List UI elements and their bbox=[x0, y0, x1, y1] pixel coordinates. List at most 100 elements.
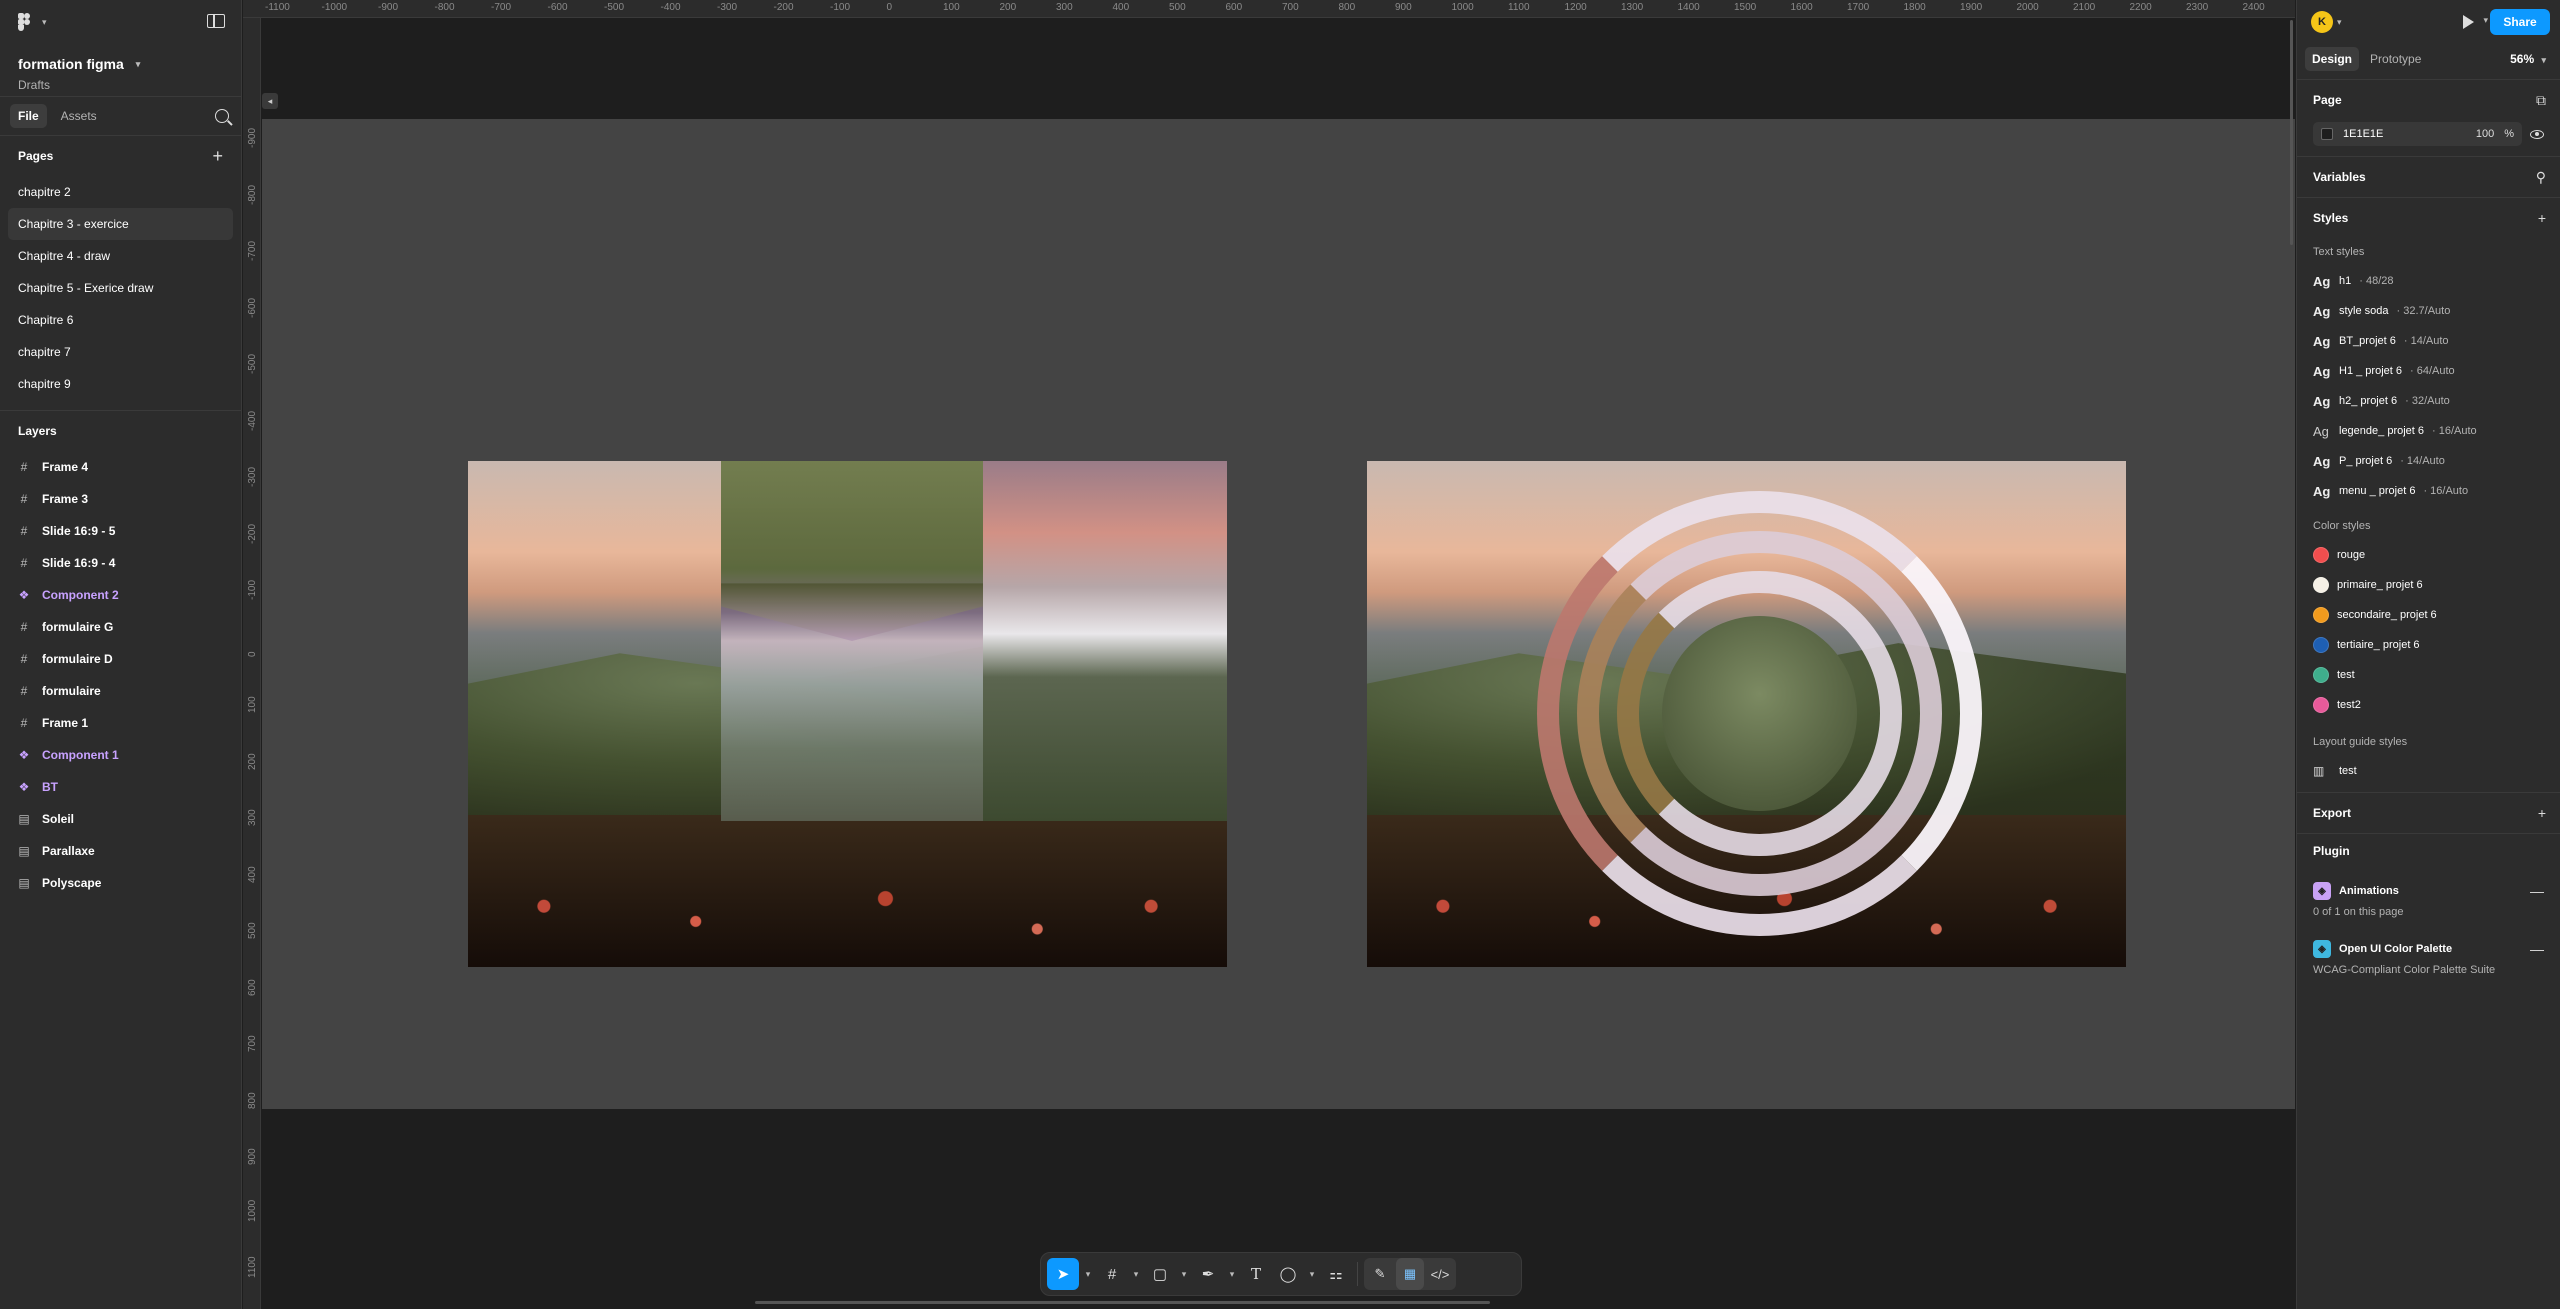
text-style-item[interactable]: Ag H1 _ projet 6 · 64/Auto bbox=[2313, 356, 2544, 386]
text-style-item[interactable]: Ag BT_projet 6 · 14/Auto bbox=[2313, 326, 2544, 356]
move-tool-button[interactable]: ➤ bbox=[1047, 1258, 1079, 1290]
tab-file[interactable]: File bbox=[10, 104, 47, 128]
add-style-icon[interactable]: + bbox=[2538, 211, 2546, 225]
color-swatch bbox=[2313, 577, 2329, 593]
text-style-item[interactable]: Ag legende_ projet 6 · 16/Auto bbox=[2313, 416, 2544, 446]
page-item[interactable]: Chapitre 6 bbox=[8, 304, 233, 336]
avatar[interactable]: K bbox=[2311, 11, 2333, 33]
present-play-icon[interactable] bbox=[2463, 15, 2474, 29]
text-style-item[interactable]: Ag style soda · 32.7/Auto bbox=[2313, 296, 2544, 326]
layer-item[interactable]: ❖ BT bbox=[0, 771, 241, 803]
plugin-item[interactable]: ◈ Open UI Color Palette — bbox=[2313, 934, 2544, 964]
chevron-down-icon[interactable]: ▾ bbox=[2337, 17, 2342, 28]
ruler-tick-label: 700 bbox=[1282, 2, 1299, 13]
layer-item[interactable]: ❖ Component 2 bbox=[0, 579, 241, 611]
zoom-dropdown[interactable]: 56% ▾ bbox=[2510, 52, 2546, 66]
text-style-item[interactable]: Ag menu _ projet 6 · 16/Auto bbox=[2313, 476, 2544, 506]
bottom-toolbar: ➤ ▾ # ▾ ▢ ▾ ✒ ▾ T ◯ ▾ ⚏ ✎ ▦ </> bbox=[1040, 1252, 1522, 1296]
vertical-scrollbar[interactable] bbox=[2290, 20, 2293, 245]
main-menu-button[interactable]: ▾ bbox=[18, 12, 223, 32]
add-page-icon[interactable]: + bbox=[212, 146, 223, 167]
search-icon[interactable] bbox=[215, 109, 229, 123]
collapse-ui-icon[interactable]: ◂ bbox=[262, 93, 278, 109]
page-settings-icon[interactable]: ⧉ bbox=[2536, 93, 2546, 107]
text-tool-button[interactable]: T bbox=[1241, 1258, 1271, 1290]
layer-item[interactable]: # Slide 16:9 - 5 bbox=[0, 515, 241, 547]
frame-icon: # bbox=[1107, 1265, 1117, 1283]
layer-item[interactable]: # Slide 16:9 - 4 bbox=[0, 547, 241, 579]
color-style-item[interactable]: secondaire_ projet 6 bbox=[2313, 600, 2544, 630]
eye-icon[interactable] bbox=[2530, 129, 2544, 139]
bg-hex[interactable]: 1E1E1E bbox=[2343, 128, 2466, 140]
color-style-item[interactable]: rouge bbox=[2313, 540, 2544, 570]
layer-item[interactable]: # Frame 4 bbox=[0, 451, 241, 483]
chevron-down-icon[interactable]: ▾ bbox=[2483, 15, 2488, 26]
text-style-item[interactable]: Ag h2_ projet 6 · 32/Auto bbox=[2313, 386, 2544, 416]
color-style-item[interactable]: test bbox=[2313, 660, 2544, 690]
layer-item[interactable]: # formulaire G bbox=[0, 611, 241, 643]
layer-item[interactable]: # formulaire bbox=[0, 675, 241, 707]
tab-assets[interactable]: Assets bbox=[53, 104, 105, 128]
frame-tool-caret[interactable]: ▾ bbox=[1129, 1258, 1143, 1290]
layer-item[interactable]: # Frame 1 bbox=[0, 707, 241, 739]
share-button[interactable]: Share bbox=[2490, 9, 2550, 35]
page-item[interactable]: chapitre 9 bbox=[8, 368, 233, 400]
color-style-item[interactable]: primaire_ projet 6 bbox=[2313, 570, 2544, 600]
bg-opacity[interactable]: 100 bbox=[2476, 128, 2494, 140]
comment-tool-caret[interactable]: ▾ bbox=[1305, 1258, 1319, 1290]
layer-item[interactable]: # Frame 3 bbox=[0, 483, 241, 515]
layer-item[interactable]: ▤ Soleil bbox=[0, 803, 241, 835]
page-item[interactable]: chapitre 2 bbox=[8, 176, 233, 208]
horizontal-scrollbar[interactable] bbox=[755, 1301, 1490, 1304]
text-style-item[interactable]: Ag P_ projet 6 · 14/Auto bbox=[2313, 446, 2544, 476]
layer-item[interactable]: ▤ Parallaxe bbox=[0, 835, 241, 867]
pen-tool-caret[interactable]: ▾ bbox=[1225, 1258, 1239, 1290]
file-location[interactable]: Drafts bbox=[18, 78, 223, 92]
ruler-tick-label: -600 bbox=[247, 297, 258, 318]
color-style-item[interactable]: test2 bbox=[2313, 690, 2544, 720]
canvas[interactable] bbox=[262, 19, 2295, 1309]
text-style-item[interactable]: Ag h1 · 48/28 bbox=[2313, 266, 2544, 296]
ruler-tick-label: 900 bbox=[247, 1148, 258, 1165]
shape-tool-button[interactable]: ▢ bbox=[1145, 1258, 1175, 1290]
color-style-item[interactable]: tertiaire_ projet 6 bbox=[2313, 630, 2544, 660]
shape-tool-caret[interactable]: ▾ bbox=[1177, 1258, 1191, 1290]
ruler-tick-label: -100 bbox=[830, 2, 851, 13]
layer-item[interactable]: ▤ Polyscape bbox=[0, 867, 241, 899]
plugin-item[interactable]: ◈ Animations — bbox=[2313, 876, 2544, 906]
design-tabs: Design Prototype 56% ▾ bbox=[2297, 44, 2560, 80]
sidebar-toggle-icon[interactable] bbox=[207, 14, 225, 28]
file-title[interactable]: formation figma ▾ bbox=[18, 56, 223, 72]
collapse-plugin-icon[interactable]: — bbox=[2530, 941, 2544, 957]
frame-tool-button[interactable]: # bbox=[1097, 1258, 1127, 1290]
frame-soleil-image[interactable] bbox=[1367, 461, 2126, 967]
collapse-plugin-icon[interactable]: — bbox=[2530, 883, 2544, 899]
layout-guide-item[interactable]: ▥ test bbox=[2313, 756, 2544, 786]
file-title-text: formation figma bbox=[18, 56, 124, 72]
variables-settings-icon[interactable]: ⚲ bbox=[2536, 170, 2546, 184]
page-item[interactable]: Chapitre 3 - exercice bbox=[8, 208, 233, 240]
draw-mode-button[interactable]: ✎ bbox=[1366, 1258, 1394, 1290]
ruler-tick-label: -300 bbox=[247, 466, 258, 487]
tab-prototype[interactable]: Prototype bbox=[2363, 47, 2428, 71]
page-item[interactable]: chapitre 7 bbox=[8, 336, 233, 368]
dev-mode-button[interactable]: </> bbox=[1426, 1258, 1454, 1290]
page-bg-field[interactable]: 1E1E1E 100 % bbox=[2313, 122, 2522, 146]
tab-design[interactable]: Design bbox=[2305, 46, 2360, 71]
frame-parallaxe-image[interactable] bbox=[468, 461, 1227, 967]
layer-item[interactable]: # formulaire D bbox=[0, 643, 241, 675]
actions-button[interactable]: ⚏ bbox=[1321, 1258, 1351, 1290]
page-item[interactable]: Chapitre 4 - draw bbox=[8, 240, 233, 272]
canvas-page-area[interactable] bbox=[262, 119, 2295, 1109]
pen-tool-button[interactable]: ✒ bbox=[1193, 1258, 1223, 1290]
move-tool-caret[interactable]: ▾ bbox=[1081, 1258, 1095, 1290]
design-mode-button[interactable]: ▦ bbox=[1396, 1258, 1424, 1290]
layer-item[interactable]: ❖ Component 1 bbox=[0, 739, 241, 771]
comment-tool-button[interactable]: ◯ bbox=[1273, 1258, 1303, 1290]
ruler-tick-label: 700 bbox=[247, 1035, 258, 1052]
bg-swatch[interactable] bbox=[2321, 128, 2333, 140]
page-item[interactable]: Chapitre 5 - Exerice draw bbox=[8, 272, 233, 304]
add-export-icon[interactable]: + bbox=[2538, 806, 2546, 820]
page-section: Page ⧉ 1E1E1E 100 % bbox=[2297, 80, 2560, 157]
text-style-meta: · 14/Auto bbox=[2403, 335, 2449, 347]
